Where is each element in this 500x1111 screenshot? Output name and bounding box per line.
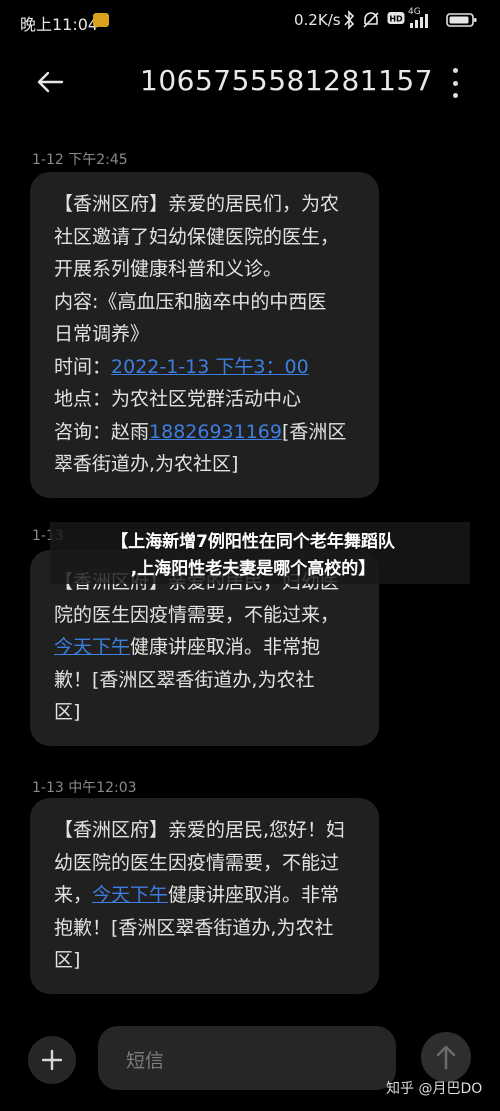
bluetooth-icon bbox=[344, 10, 355, 30]
message-line: 翠香街道办,为农社区] bbox=[54, 453, 239, 475]
signal-icon bbox=[410, 14, 428, 28]
message-line: 日常调养》 bbox=[54, 323, 150, 345]
phone-link[interactable]: 18826931169 bbox=[149, 421, 282, 443]
message-line: 区] bbox=[54, 949, 81, 971]
headline-line: ,上海阳性老夫妻是哪个高校的】 bbox=[130, 559, 376, 579]
contact-number: 1065755581281157 bbox=[140, 64, 434, 97]
message-line: 【香洲区府】亲爱的居民,您好！妇 bbox=[54, 819, 346, 841]
send-arrow-icon bbox=[436, 1045, 456, 1070]
message-line: 歉！[香洲区翠香街道办,为农社 bbox=[54, 668, 315, 691]
headline-line: 【上海新增7例阳性在同个老年舞蹈队 bbox=[111, 532, 395, 552]
back-button[interactable] bbox=[30, 64, 70, 100]
message-bubble[interactable]: 【香洲区府】亲爱的居民们，为农 社区邀请了妇幼保健医院的医生， 开展系列健康科普… bbox=[30, 172, 379, 498]
message-line: 来，今天下午健康讲座取消。非常 bbox=[54, 879, 357, 912]
message-bubble[interactable]: 【香洲区府】亲爱的居民,您好！妇 幼医院的医生因疫情需要，不能过 来，今天下午健… bbox=[30, 798, 379, 994]
more-dot-icon bbox=[452, 93, 458, 98]
message-line: 幼医院的医生因疫情需要，不能过 bbox=[54, 851, 340, 874]
message-text: 健康讲座取消。非常 bbox=[168, 884, 340, 906]
date-link[interactable]: 今天下午 bbox=[54, 636, 130, 658]
more-dot-icon bbox=[452, 68, 458, 73]
sms-input[interactable]: 短信 bbox=[98, 1026, 396, 1090]
watermark: 知乎 @月巴DO bbox=[386, 1081, 483, 1097]
status-bar: 晚上11:04 0.2K/s HD 4G bbox=[0, 0, 500, 42]
message-line: 社区邀请了妇幼保健医院的医生， bbox=[54, 225, 340, 248]
plus-icon bbox=[41, 1049, 63, 1071]
battery-icon bbox=[446, 13, 477, 27]
send-button[interactable] bbox=[421, 1032, 471, 1082]
sms-input-placeholder: 短信 bbox=[126, 1050, 165, 1072]
message-text: [香洲区 bbox=[282, 420, 347, 443]
conversation-header: 1065755581281157 bbox=[0, 52, 500, 112]
message-line: 【香洲区府】亲爱的居民们，为农 bbox=[54, 193, 340, 215]
headline-text: 【上海新增7例阳性在同个老年舞蹈队 ,上海阳性老夫妻是哪个高校的】 bbox=[78, 529, 428, 583]
add-attachment-button[interactable] bbox=[28, 1036, 76, 1084]
date-link[interactable]: 今天下午 bbox=[92, 884, 168, 906]
more-dot-icon bbox=[452, 80, 458, 86]
message-line: 地点：为农社区党群活动中心 bbox=[54, 388, 302, 410]
svg-text:HD: HD bbox=[389, 15, 403, 24]
message-timestamp: 1-13 中午12:03 bbox=[32, 780, 137, 796]
message-line: 时间：2022-1-13 下午3：00 bbox=[54, 351, 357, 384]
message-text: 健康讲座取消。非常抱 bbox=[130, 636, 321, 658]
message-line: 开展系列健康科普和义诊。 bbox=[54, 258, 283, 280]
message-timestamp: 1-12 下午2:45 bbox=[32, 152, 128, 168]
message-line: 内容:《高血压和脑卒中的中西医 bbox=[54, 290, 327, 313]
message-text: 咨询：赵雨 bbox=[54, 420, 150, 443]
network-speed: 0.2K/s bbox=[294, 11, 341, 29]
message-text: 时间： bbox=[54, 355, 112, 378]
message-line: 咨询：赵雨18826931169[香洲区 bbox=[54, 416, 357, 449]
mute-icon bbox=[363, 12, 379, 28]
hd-icon: HD bbox=[387, 12, 405, 24]
message-text: 来， bbox=[54, 884, 93, 906]
app-notification-icon bbox=[93, 13, 109, 27]
status-time: 晚上11:04 bbox=[20, 15, 99, 34]
back-arrow-icon bbox=[37, 71, 64, 93]
message-line: 院的医生因疫情需要，不能过来， bbox=[54, 603, 340, 626]
message-line: 区] bbox=[54, 701, 81, 723]
date-link[interactable]: 2022-1-13 下午3：00 bbox=[111, 356, 309, 378]
message-line: 今天下午健康讲座取消。非常抱 bbox=[54, 631, 357, 664]
more-options-button[interactable] bbox=[440, 66, 470, 100]
message-line: 抱歉！[香洲区翠香街道办,为农社 bbox=[54, 916, 334, 939]
